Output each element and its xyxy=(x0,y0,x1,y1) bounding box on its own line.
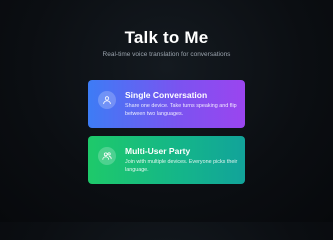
multi-user-party-card[interactable]: Multi-User Party Join with multiple devi… xyxy=(88,136,245,184)
multi-user-party-title: Multi-User Party xyxy=(125,146,191,156)
page-title: Talk to Me xyxy=(124,28,209,47)
single-conversation-card[interactable]: Single Conversation Share one device. Ta… xyxy=(88,80,245,128)
single-conversation-title: Single Conversation xyxy=(125,90,208,100)
users-icon xyxy=(98,147,116,165)
single-conversation-description: Share one device. Take turns speaking an… xyxy=(125,103,237,117)
multi-user-party-description: Join with multiple devices. Everyone pic… xyxy=(125,159,238,173)
user-icon xyxy=(98,91,116,109)
page-subtitle: Real-time voice translation for conversa… xyxy=(102,51,231,58)
